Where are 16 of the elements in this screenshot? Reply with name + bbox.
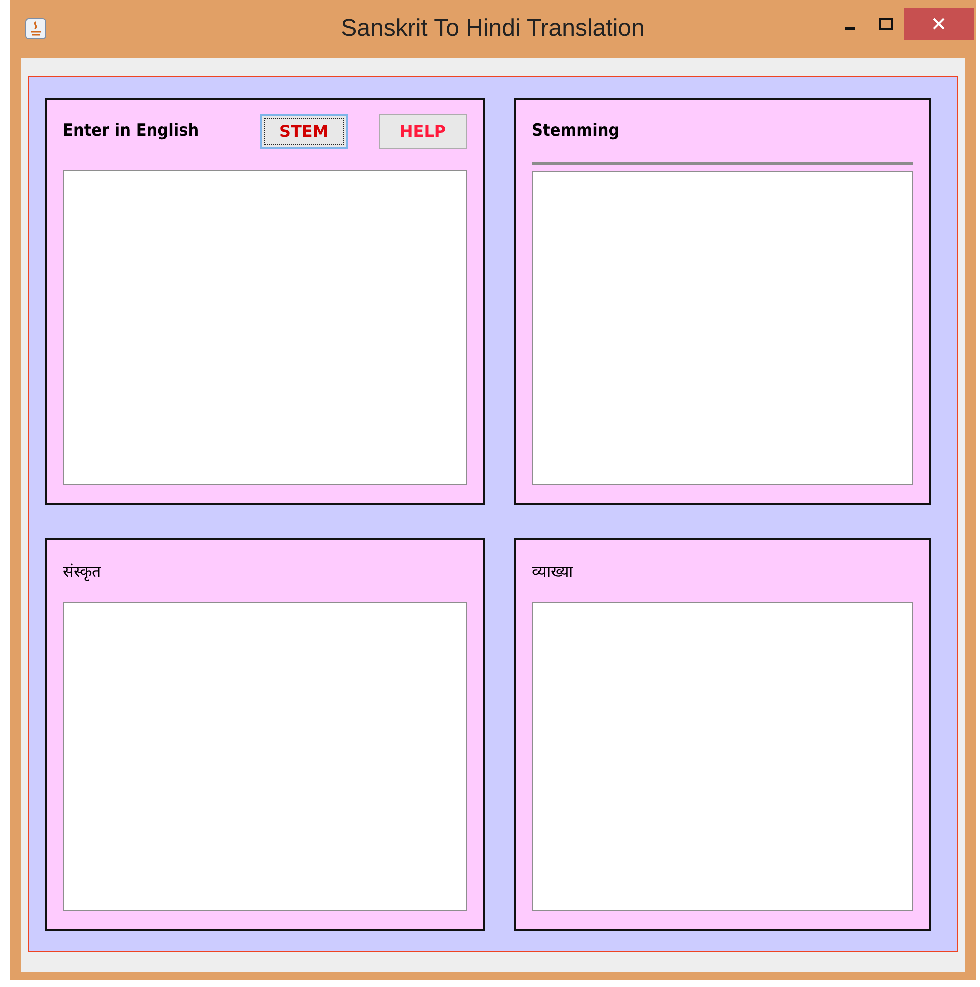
maximize-icon [879,18,893,30]
panel-label: व्याख्या [532,561,573,582]
action-button[interactable]: STEM [260,114,348,148]
app-icon [25,18,47,40]
close-button[interactable] [904,8,974,40]
action-button[interactable]: HELP [379,114,467,148]
text-area[interactable] [63,170,467,485]
panel-label: Stemming [532,121,620,141]
window-title: Sanskrit To Hindi Translation [341,15,645,43]
text-area[interactable] [532,602,913,911]
text-area[interactable] [63,602,467,911]
panel-label: संस्कृत [63,561,101,582]
panel-label: Enter in English [63,121,200,141]
minimize-icon [845,26,855,30]
text-area[interactable] [532,171,913,485]
close-icon [932,17,946,31]
